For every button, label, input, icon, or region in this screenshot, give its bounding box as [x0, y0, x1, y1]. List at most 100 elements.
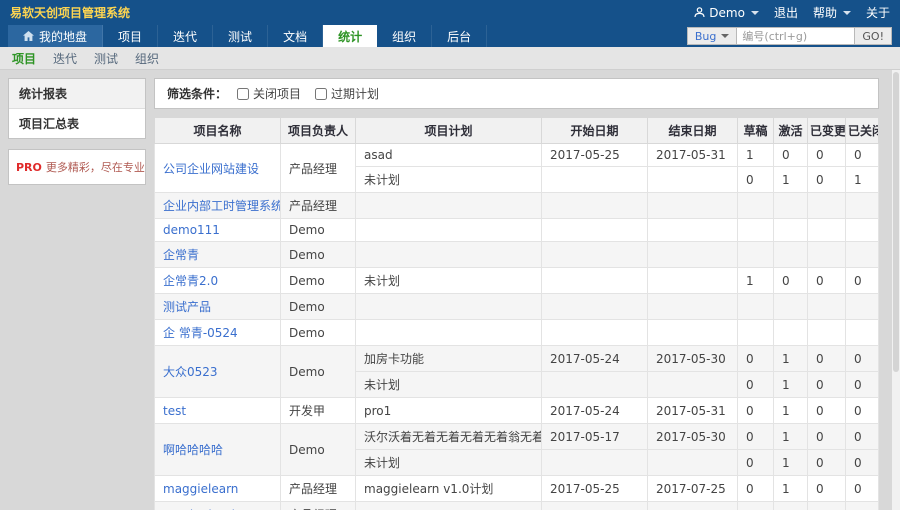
project-link[interactable]: demo111: [163, 223, 220, 237]
submenu-item-1[interactable]: 迭代: [53, 50, 77, 67]
project-name-cell: 大众0523: [155, 346, 281, 398]
project-link[interactable]: 测试产品: [163, 300, 211, 314]
table-row: 大众0523Demo加房卡功能2017-05-242017-05-300100: [155, 346, 879, 372]
filter-checkbox-0[interactable]: [237, 88, 249, 100]
search-group: Bug GO!: [687, 27, 892, 45]
tab-org[interactable]: 组织: [377, 25, 432, 47]
sidebar-item-0[interactable]: 项目汇总表: [9, 109, 145, 138]
logout-link[interactable]: 退出: [774, 4, 798, 21]
table-row: 企业内部工时管理系统产品经理: [155, 193, 879, 219]
table-header-row: 项目名称 项目负责人 项目计划 开始日期 结束日期 草稿 激活 已变更 已关闭: [155, 118, 879, 144]
cell-plan: 未计划: [356, 268, 542, 294]
project-owner-cell: Demo: [281, 219, 356, 242]
project-link[interactable]: 企 常青-0524: [163, 326, 238, 340]
project-name-cell: test: [155, 398, 281, 424]
cell-plan: pro1: [356, 398, 542, 424]
tab-label: 组织: [392, 28, 416, 45]
cell-plan: [356, 294, 542, 320]
cell-active: [774, 502, 808, 510]
search-input[interactable]: [737, 27, 855, 45]
submenu-item-0[interactable]: 项目: [12, 50, 36, 67]
cell-start: 2017-05-25: [542, 476, 648, 502]
filter-option-0[interactable]: 关闭项目: [237, 85, 301, 102]
cell-draft: [738, 193, 774, 219]
cell-closed: [846, 502, 879, 510]
cell-closed: [846, 294, 879, 320]
table-row: 企 常青-0524 Demo: [155, 320, 879, 346]
project-link[interactable]: 公司企业网站建设: [163, 162, 259, 176]
cell-plan: [356, 502, 542, 510]
table-row: 啊哈哈哈哈Demo沃尔沃着无着无着无着无着翁无着无着翁2017-05-17201…: [155, 424, 879, 450]
tab-my[interactable]: 我的地盘: [8, 25, 103, 47]
submenu-item-3[interactable]: 组织: [135, 50, 159, 67]
top-bar: 易软天创项目管理系统 Demo 退出 帮助 关于: [0, 0, 900, 25]
filter-option-1[interactable]: 过期计划: [315, 85, 379, 102]
project-link[interactable]: 企常青2.0: [163, 274, 218, 288]
scrollbar[interactable]: [892, 70, 900, 510]
cell-start: 2017-05-24: [542, 346, 648, 372]
cell-active: 1: [774, 424, 808, 450]
cell-closed: 0: [846, 346, 879, 372]
tab-label: 统计: [338, 28, 362, 45]
cell-end: [648, 320, 738, 346]
search-category-dropdown[interactable]: Bug: [687, 27, 738, 45]
submenu-item-2[interactable]: 测试: [94, 50, 118, 67]
search-go-button[interactable]: GO!: [855, 27, 892, 45]
col-header-closed: 已关闭: [846, 118, 879, 144]
cell-draft: 0: [738, 167, 774, 193]
project-link[interactable]: test: [163, 404, 186, 418]
cell-closed: 0: [846, 268, 879, 294]
project-link[interactable]: maggielearn: [163, 482, 238, 496]
user-menu[interactable]: Demo: [694, 6, 759, 20]
cell-closed: [846, 219, 879, 242]
tab-admin[interactable]: 后台: [432, 25, 487, 47]
cell-active: 1: [774, 476, 808, 502]
project-owner-cell: Demo: [281, 268, 356, 294]
app-title: 易软天创项目管理系统: [10, 4, 130, 21]
tab-sprint[interactable]: 迭代: [158, 25, 213, 47]
project-link[interactable]: 企常青: [163, 248, 199, 262]
project-owner-cell: Demo: [281, 320, 356, 346]
project-link[interactable]: 大众0523: [163, 365, 218, 379]
about-link[interactable]: 关于: [866, 4, 890, 21]
cell-start: [542, 372, 648, 398]
filter-label: 筛选条件：: [167, 85, 227, 102]
filter-checkbox-1[interactable]: [315, 88, 327, 100]
cell-changed: [808, 320, 846, 346]
cell-plan: [356, 219, 542, 242]
project-link[interactable]: 啊哈哈哈哈: [163, 443, 223, 457]
cell-changed: [808, 242, 846, 268]
project-name-cell: 企 常青-0524: [155, 320, 281, 346]
tab-test[interactable]: 测试: [213, 25, 268, 47]
cell-closed: 1: [846, 167, 879, 193]
cell-plan: 沃尔沃着无着无着无着无着翁无着无着翁: [356, 424, 542, 450]
filter-options: 关闭项目过期计划: [237, 85, 379, 102]
col-header-changed: 已变更: [808, 118, 846, 144]
cell-closed: 0: [846, 450, 879, 476]
project-owner-cell: Demo: [281, 242, 356, 268]
cell-active: 1: [774, 450, 808, 476]
cell-end: [648, 242, 738, 268]
project-owner-cell: 产品经理: [281, 144, 356, 193]
tab-doc[interactable]: 文档: [268, 25, 323, 47]
cell-end: 2017-07-25: [648, 476, 738, 502]
sidebar-menu: 统计报表 项目汇总表: [8, 78, 146, 139]
pro-promo-box[interactable]: PRO更多精彩，尽在专业版!: [8, 149, 146, 185]
tab-project[interactable]: 项目: [103, 25, 158, 47]
cell-changed: 0: [808, 398, 846, 424]
cell-changed: 0: [808, 144, 846, 167]
cell-end: [648, 193, 738, 219]
project-link[interactable]: 企业内部工时管理系统: [163, 199, 281, 213]
scrollbar-thumb[interactable]: [893, 72, 899, 372]
cell-active: [774, 242, 808, 268]
project-name-cell: maggielearn: [155, 476, 281, 502]
cell-changed: 0: [808, 450, 846, 476]
project-summary-table: 项目名称 项目负责人 项目计划 开始日期 结束日期 草稿 激活 已变更 已关闭 …: [154, 117, 879, 510]
tab-label: 测试: [228, 28, 252, 45]
cell-end: 2017-05-31: [648, 398, 738, 424]
help-menu[interactable]: 帮助: [813, 4, 851, 21]
cell-start: [542, 294, 648, 320]
tab-stats[interactable]: 统计: [323, 25, 377, 47]
cell-end: 2017-05-30: [648, 424, 738, 450]
cell-closed: [846, 320, 879, 346]
